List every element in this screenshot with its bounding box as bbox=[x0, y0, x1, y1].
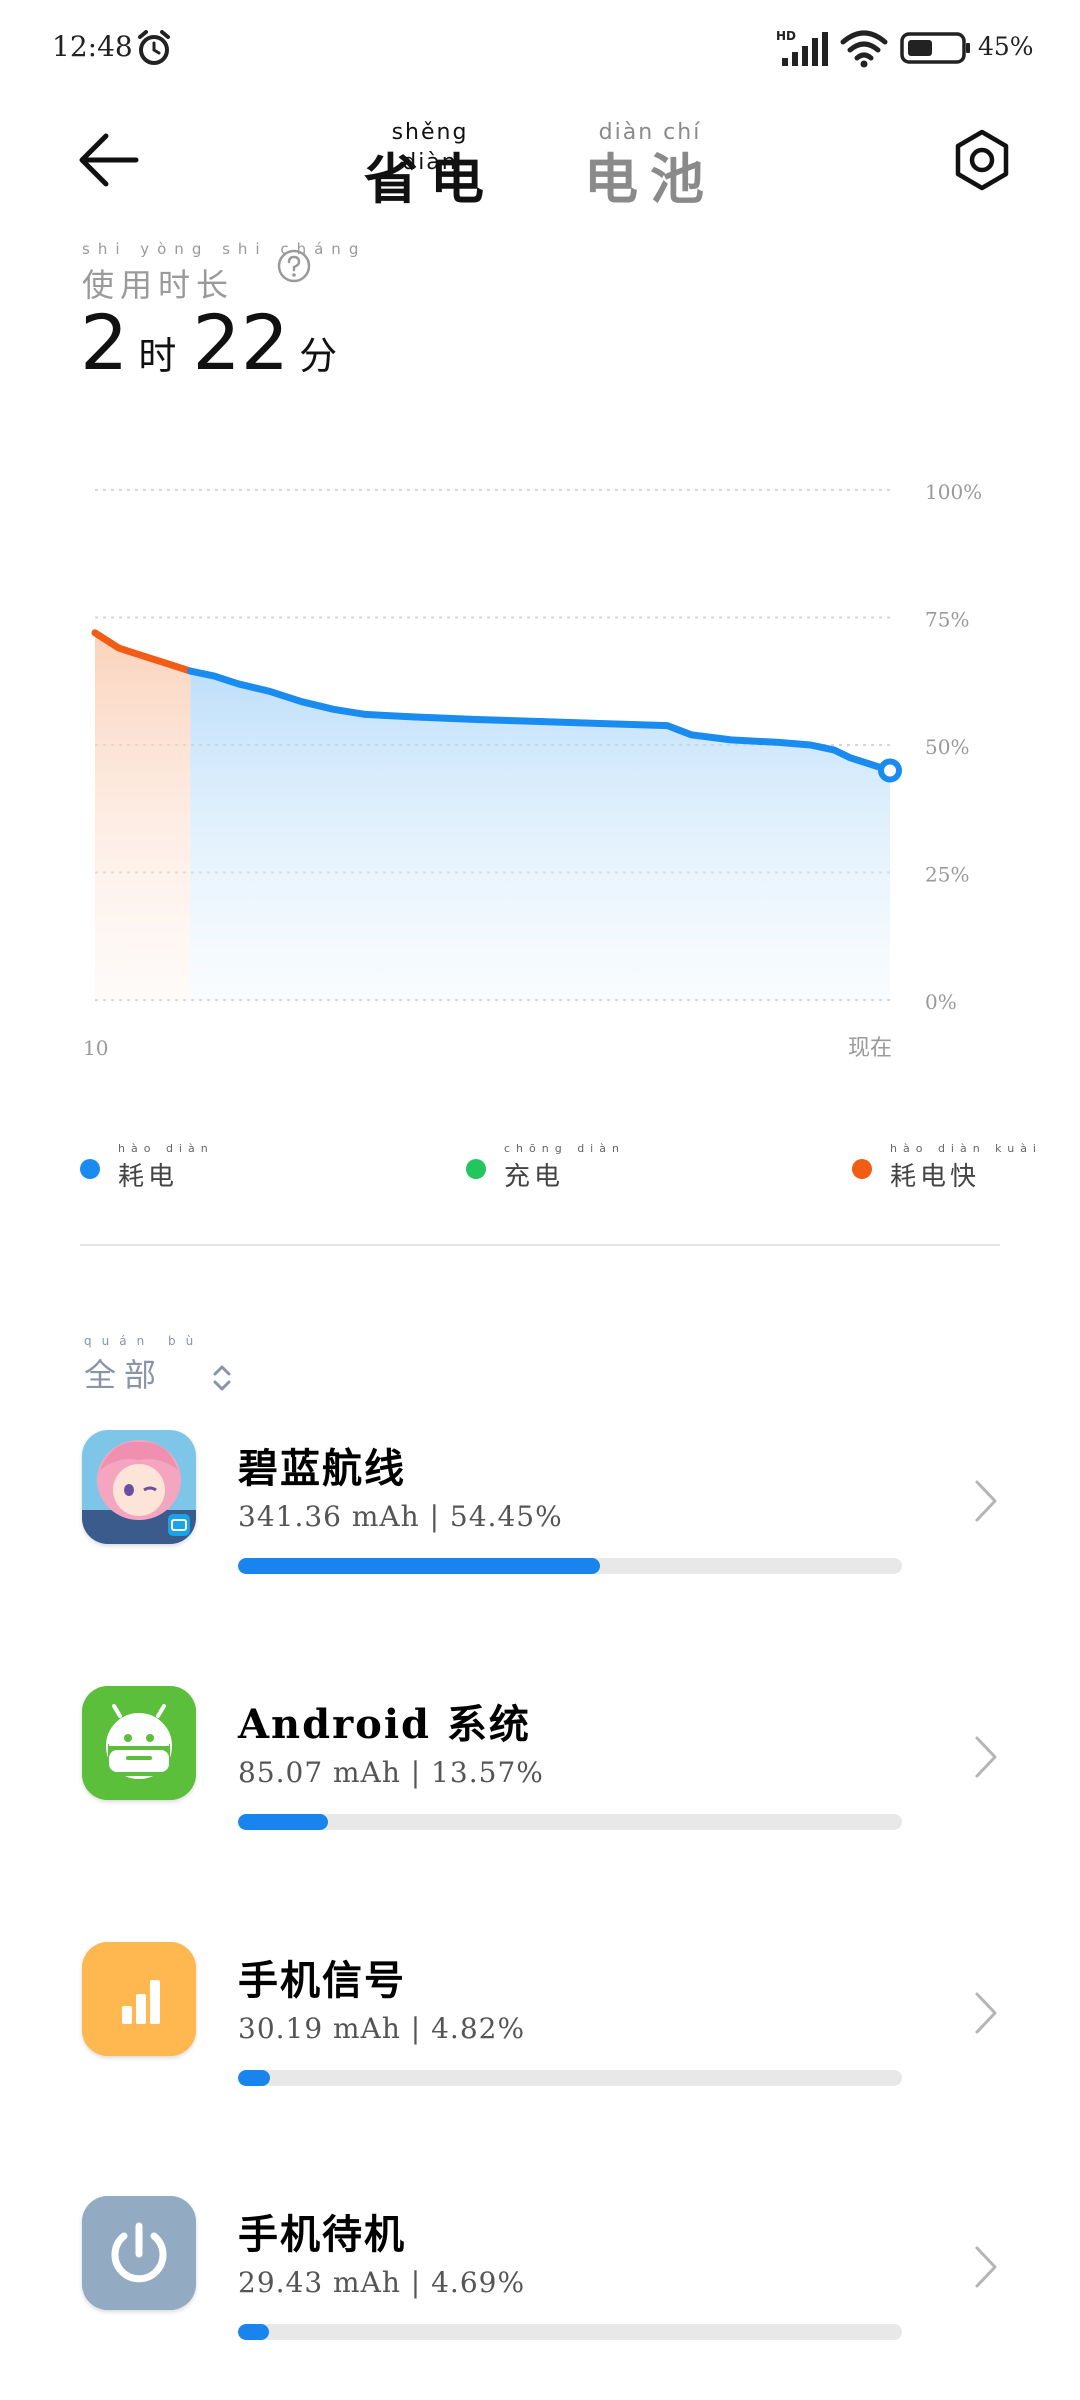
chart-area-fast-drain bbox=[95, 632, 191, 1000]
app-name: 碧蓝航线 bbox=[238, 1445, 406, 1492]
app-usage-bar-fill bbox=[238, 1558, 600, 1574]
app-usage-stat: 85.07 mAh | 13.57% bbox=[238, 1756, 544, 1789]
tab-battery[interactable]: diàn chí 电池 bbox=[580, 118, 720, 210]
usage-duration-label: shi yòng shi cháng 使用时长 bbox=[82, 240, 366, 306]
legend-charge-label: 充电 bbox=[504, 1162, 565, 1192]
chart-current-point bbox=[878, 758, 902, 783]
app-row-azur-lane[interactable]: 碧蓝航线 341.36 mAh | 54.45% bbox=[0, 1430, 1080, 1650]
chevron-right-icon bbox=[975, 1992, 997, 2034]
chart-ytick-label: 0% bbox=[925, 990, 957, 1014]
usage-label-pinyin: shi yòng shi cháng bbox=[82, 240, 367, 258]
signal-bars-icon bbox=[82, 1942, 196, 2056]
app-usage-bar bbox=[238, 2324, 902, 2340]
legend-fast-drain-label: 耗电快 bbox=[890, 1162, 981, 1192]
back-arrow-icon[interactable] bbox=[76, 130, 140, 190]
sort-toggle-icon bbox=[213, 1365, 231, 1391]
hd-signal-icon: HD bbox=[776, 29, 828, 66]
svg-text:HD: HD bbox=[776, 29, 796, 43]
filter-label: 全部 bbox=[84, 1356, 165, 1394]
app-name: Android 系统 bbox=[238, 1701, 531, 1748]
legend-fast-drain: hào diàn kuài 耗电快 bbox=[852, 1142, 1042, 1193]
legend-fast-drain-pinyin: hào diàn kuài bbox=[890, 1142, 1042, 1155]
alarm-clock-icon bbox=[138, 30, 170, 65]
app-usage-stat: 30.19 mAh | 4.82% bbox=[238, 2012, 526, 2045]
legend-drain-dot bbox=[80, 1159, 100, 1179]
chart-xtick-end: 现在 bbox=[848, 1036, 892, 1061]
chart-xtick-start: 10 bbox=[83, 1036, 108, 1060]
chevron-right-icon bbox=[975, 1736, 997, 1778]
tab-battery-label: 电池 bbox=[584, 147, 716, 211]
settings-hexagon-icon[interactable] bbox=[950, 128, 1014, 192]
android-system-icon bbox=[82, 1686, 196, 1800]
legend-drain: hào diàn 耗电 bbox=[80, 1142, 214, 1193]
help-question-icon[interactable] bbox=[276, 248, 312, 284]
app-usage-stat: 29.43 mAh | 4.69% bbox=[238, 2266, 526, 2299]
power-icon bbox=[82, 2196, 196, 2310]
battery-level-chart: 100% 75% 50% 25% 0% 10 现在 bbox=[83, 480, 982, 1061]
legend-drain-pinyin: hào diàn bbox=[118, 1142, 214, 1155]
chart-ytick-label: 100% bbox=[925, 480, 982, 504]
app-usage-bar-fill bbox=[238, 1814, 329, 1830]
status-bar: 12:48 HD 45% bbox=[0, 0, 1080, 100]
usage-minutes-unit: 分 bbox=[299, 334, 338, 378]
app-name: 手机待机 bbox=[238, 2211, 406, 2258]
battery-percent: 45% bbox=[978, 32, 1034, 61]
app-usage-bar bbox=[238, 1814, 902, 1830]
legend-fast-drain-text: hào diàn kuài 耗电快 bbox=[890, 1142, 1042, 1193]
legend-charge-dot bbox=[466, 1159, 486, 1179]
legend-charge: chōng diàn 充电 bbox=[466, 1142, 625, 1193]
chart-ytick-label: 50% bbox=[925, 735, 969, 759]
usage-hours: 2 bbox=[80, 298, 129, 387]
tab-power-save[interactable]: shěng diàn 省电 bbox=[360, 118, 500, 210]
app-usage-bar bbox=[238, 2070, 902, 2086]
legend-drain-label: 耗电 bbox=[118, 1162, 179, 1192]
app-name: 手机信号 bbox=[238, 1957, 406, 2004]
app-row-phone-standby[interactable]: 手机待机 29.43 mAh | 4.69% bbox=[0, 2196, 1080, 2400]
usage-hours-unit: 时 bbox=[138, 334, 177, 378]
app-usage-bar-fill bbox=[238, 2324, 270, 2340]
tab-power-save-label: 省电 bbox=[364, 147, 496, 211]
legend-charge-pinyin: chōng diàn bbox=[504, 1142, 625, 1155]
battery-icon bbox=[900, 32, 970, 64]
filter-dropdown[interactable]: quán bù 全部 bbox=[84, 1334, 235, 1396]
app-row-mobile-signal[interactable]: 手机信号 30.19 mAh | 4.82% bbox=[0, 1942, 1080, 2162]
tab-power-save-pinyin: shěng diàn bbox=[391, 120, 469, 175]
filter-pinyin: quán bù bbox=[84, 1334, 204, 1348]
tab-battery-pinyin: diàn chí bbox=[598, 120, 702, 145]
app-row-android-system[interactable]: Android 系统 85.07 mAh | 13.57% bbox=[0, 1686, 1080, 1906]
chart-ytick-label: 25% bbox=[925, 863, 969, 887]
legend-fast-drain-dot bbox=[852, 1159, 872, 1179]
usage-minutes: 22 bbox=[192, 298, 290, 387]
usage-duration-value: 2 时 22 分 bbox=[80, 298, 353, 387]
legend-drain-text: hào diàn 耗电 bbox=[118, 1142, 214, 1193]
section-divider bbox=[80, 1244, 1000, 1246]
app-usage-bar bbox=[238, 1558, 902, 1574]
azur-lane-app-icon bbox=[82, 1430, 196, 1544]
chevron-right-icon bbox=[975, 2246, 997, 2288]
status-time: 12:48 bbox=[52, 30, 133, 63]
wifi-icon bbox=[840, 30, 888, 68]
app-usage-bar-fill bbox=[238, 2070, 270, 2086]
chevron-right-icon bbox=[975, 1480, 997, 1522]
chart-ytick-label: 75% bbox=[925, 608, 969, 632]
filter-text: quán bù 全部 bbox=[84, 1334, 203, 1396]
app-usage-stat: 341.36 mAh | 54.45% bbox=[238, 1500, 563, 1533]
legend-charge-text: chōng diàn 充电 bbox=[504, 1142, 625, 1193]
